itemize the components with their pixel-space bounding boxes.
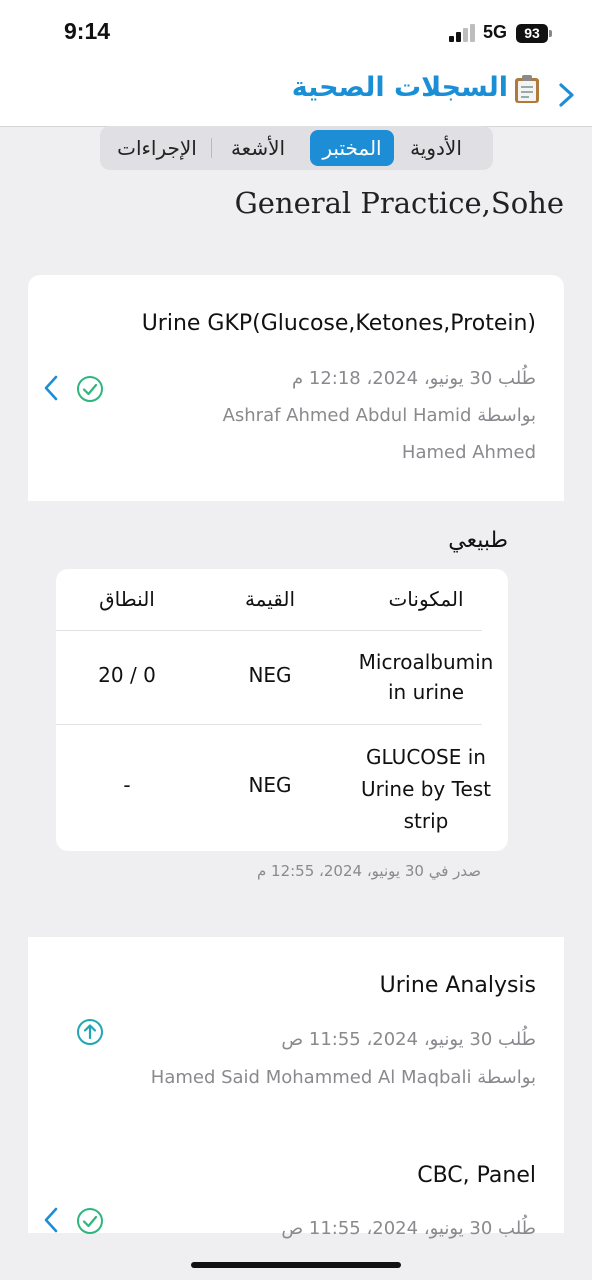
result-status: طبيعي <box>448 528 508 553</box>
tab-lab[interactable]: المختبر <box>310 130 394 166</box>
chevron-left-icon[interactable] <box>40 373 64 403</box>
requested-date: طُلب 30 يونيو، 2024، 12:18 م <box>292 368 536 389</box>
lab-order-card[interactable]: Urine Analysis طُلب 30 يونيو، 2024، 11:5… <box>28 937 564 1239</box>
requested-by-continued: Hamed Ahmed <box>401 442 536 463</box>
battery-tip <box>549 30 552 37</box>
tab-medications[interactable]: الأدوية <box>383 130 489 166</box>
row-divider <box>56 630 482 631</box>
clipboard-icon <box>515 74 539 103</box>
home-indicator[interactable] <box>191 1262 401 1268</box>
results-table: المكونات القيمة النطاق Microalbumin in u… <box>56 569 508 851</box>
requested-date: طُلب 30 يونيو، 2024، 11:55 ص <box>281 1029 536 1050</box>
facility-name: General Practice,Sohe <box>234 186 564 220</box>
result-value: NEG <box>248 663 292 687</box>
column-header-value: القيمة <box>244 587 296 611</box>
component-name: GLUCOSE in Urine by Test strip <box>360 745 492 833</box>
category-segmented-control: الأدوية المختبر الأشعة الإجراءات <box>100 126 493 170</box>
requested-by: بواسطة Hamed Said Mohammed Al Maqbali <box>150 1067 536 1088</box>
reference-range: 20 / 0 <box>98 663 156 687</box>
component-name: Microalbumin in urine <box>358 650 494 704</box>
page-title: السجلات الصحية <box>292 72 540 104</box>
chevron-left-icon[interactable] <box>40 1205 64 1235</box>
test-name: Urine GKP(Glucose,Ketones,Protein) <box>141 311 536 336</box>
test-name: Urine Analysis <box>379 973 536 998</box>
requested-date: طُلب 30 يونيو، 2024، 11:55 ص <box>281 1218 536 1239</box>
battery-icon: 93 <box>516 24 548 43</box>
row-divider <box>56 724 482 725</box>
network-label: 5G <box>483 22 508 42</box>
issued-date: صدر في 30 يونيو، 2024، 12:55 م <box>256 862 481 880</box>
status-bar: 9:14 5G 93 <box>0 0 592 66</box>
reference-range: - <box>123 773 131 797</box>
signal-icon <box>449 24 479 42</box>
requested-by: بواسطة Ashraf Ahmed Abdul Hamid <box>222 405 536 426</box>
column-header-range: النطاق <box>99 587 155 611</box>
upload-circle-icon <box>77 1019 103 1045</box>
test-name: CBC, Panel <box>417 1163 536 1188</box>
check-circle-icon <box>77 376 103 402</box>
status-time: 9:14 <box>64 18 111 44</box>
column-header-components: المكونات <box>388 587 464 611</box>
back-chevron-icon[interactable] <box>552 80 582 110</box>
page-title-text: السجلات الصحية <box>291 72 508 103</box>
check-circle-icon <box>77 1208 103 1234</box>
segment-divider <box>211 138 212 158</box>
tab-procedures[interactable]: الإجراءات <box>104 130 210 166</box>
result-value: NEG <box>248 773 292 797</box>
lab-order-card[interactable]: Urine GKP(Glucose,Ketones,Protein) طُلب … <box>28 275 564 501</box>
tab-radiology[interactable]: الأشعة <box>216 130 300 166</box>
nav-bar: السجلات الصحية <box>0 66 592 127</box>
